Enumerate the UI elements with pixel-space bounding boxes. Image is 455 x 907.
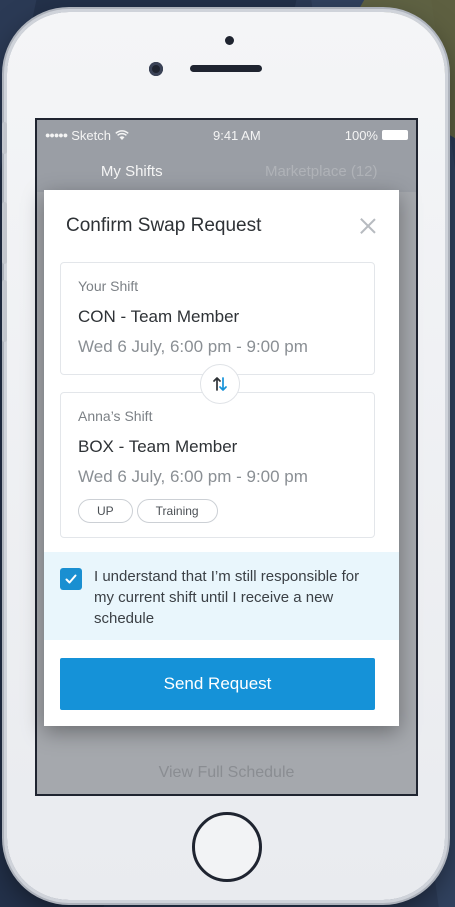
modal-header: Confirm Swap Request (44, 190, 399, 262)
modal-title: Confirm Swap Request (66, 215, 262, 236)
send-request-button[interactable]: Send Request (60, 658, 375, 710)
status-time: 9:41 AM (212, 127, 261, 143)
consent-checkbox[interactable] (60, 568, 82, 590)
other-shift-label: Anna’s Shift (78, 408, 153, 424)
status-bar: ●●●●● Sketch 9:41 AM 100% (37, 120, 416, 150)
tab-bar: My Shifts Marketplace (12) (37, 150, 416, 192)
swap-icon (200, 364, 240, 404)
your-shift-card: Your Shift CON - Team Member Wed 6 July,… (60, 262, 375, 375)
checkmark-icon (65, 574, 77, 584)
other-shift-time: Wed 6 July, 6:00 pm - 9:00 pm (78, 467, 308, 486)
proximity-sensor (225, 36, 234, 45)
battery-icon (381, 130, 408, 140)
tab-marketplace[interactable]: Marketplace (12) (227, 163, 417, 180)
carrier-label: Sketch (71, 127, 111, 143)
view-full-schedule-link[interactable]: View Full Schedule (37, 764, 416, 782)
other-shift-role: BOX - Team Member (78, 437, 238, 456)
wifi-icon (115, 129, 129, 140)
status-left: ●●●●● Sketch (45, 128, 129, 143)
your-shift-time: Wed 6 July, 6:00 pm - 9:00 pm (78, 337, 308, 356)
close-icon[interactable] (359, 217, 377, 235)
battery-percent: 100% (344, 127, 378, 143)
mute-switch (2, 122, 7, 154)
consent-section: I understand that I’m still responsible … (44, 552, 399, 640)
your-shift-role: CON - Team Member (78, 307, 240, 326)
front-camera (149, 62, 163, 76)
your-shift-label: Your Shift (78, 278, 139, 294)
consent-text: I understand that I’m still responsible … (94, 568, 360, 627)
tab-my-shifts[interactable]: My Shifts (37, 163, 227, 180)
tag-up: UP (78, 499, 133, 523)
home-button[interactable] (192, 812, 262, 882)
shift-tags: UP Training (78, 499, 357, 523)
signal-icon: ●●●●● (45, 130, 68, 140)
other-shift-card: Anna’s Shift BOX - Team Member Wed 6 Jul… (60, 392, 375, 538)
tag-training: Training (136, 499, 218, 523)
volume-down-button (2, 280, 7, 342)
volume-up-button (2, 202, 7, 264)
earpiece-speaker (190, 65, 262, 72)
confirm-swap-modal: Confirm Swap Request Your Shift CON - Te… (44, 190, 399, 726)
status-right: 100% (345, 128, 408, 143)
